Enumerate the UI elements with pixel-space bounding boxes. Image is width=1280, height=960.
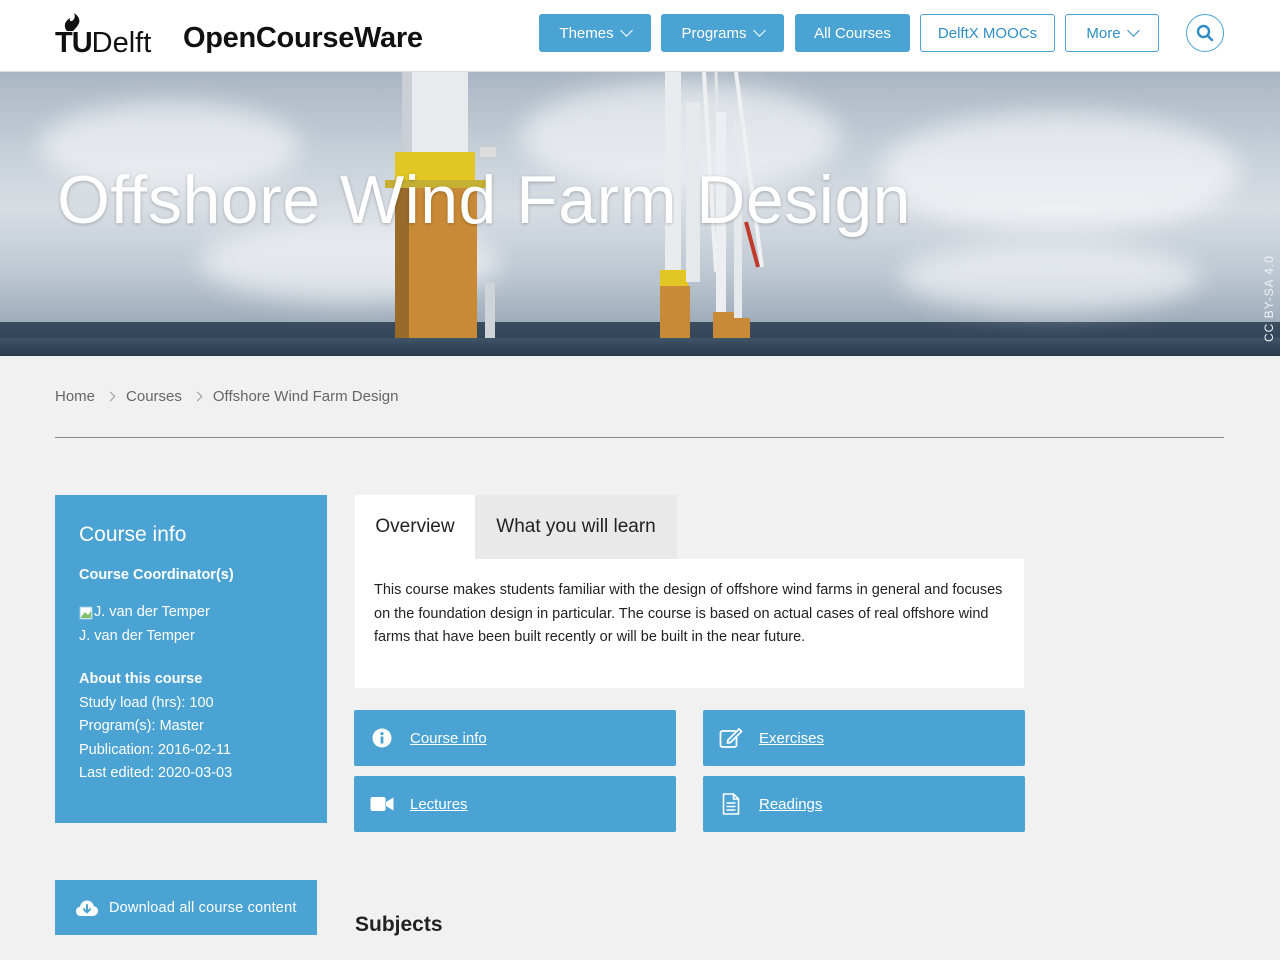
edit-icon	[703, 727, 759, 749]
nav-delftx-moocs-button[interactable]: DelftX MOOCs	[920, 14, 1055, 52]
exercises-tile[interactable]: Exercises	[703, 710, 1025, 766]
chevron-down-icon	[752, 24, 766, 37]
logo-delft-text: Delft	[91, 27, 152, 59]
nav-delftx-moocs-label: DelftX MOOCs	[937, 24, 1038, 42]
about-course-label: About this course	[79, 671, 203, 687]
logo-tu-text: TU	[55, 27, 93, 59]
nav-themes-button[interactable]: Themes	[539, 14, 651, 52]
exercises-tile-label: Exercises	[759, 729, 825, 747]
nav-programs-label: Programs	[681, 24, 747, 42]
chevron-right-icon	[192, 391, 203, 402]
search-button[interactable]	[1186, 14, 1224, 52]
download-all-label: Download all course content	[109, 899, 297, 916]
site-header: TU Delft OpenCourseWare Themes Programs …	[0, 0, 1280, 72]
video-camera-icon	[354, 796, 410, 812]
nav-more-label: More	[1086, 24, 1121, 42]
breadcrumb-courses[interactable]: Courses	[126, 388, 182, 405]
course-info-heading: Course info	[79, 523, 187, 546]
sea-horizon	[0, 338, 1280, 356]
study-load: Study load (hrs): 100	[79, 694, 214, 711]
info-icon	[354, 728, 410, 748]
lectures-tile[interactable]: Lectures	[354, 776, 676, 832]
course-info-card: Course info Course Coordinator(s) J. van…	[55, 495, 327, 823]
flame-logo-icon	[64, 13, 80, 31]
coordinator-photo-alt: J. van der Temper	[94, 604, 210, 620]
document-icon	[703, 793, 759, 815]
hero-banner: Offshore Wind Farm Design CC BY-SA 4.0	[0, 72, 1280, 356]
chevron-right-icon	[105, 391, 116, 402]
readings-tile-label: Readings	[759, 795, 823, 813]
coordinator-name[interactable]: J. van der Temper	[79, 625, 303, 649]
coordinator-label: Course Coordinator(s)	[79, 567, 234, 583]
broken-image-icon	[79, 606, 93, 620]
chevron-down-icon	[619, 24, 633, 37]
page-title: Offshore Wind Farm Design	[57, 162, 911, 238]
last-edited-date: Last edited: 2020-03-03	[79, 765, 233, 781]
lectures-tile-label: Lectures	[410, 795, 468, 813]
site-title[interactable]: OpenCourseWare	[183, 24, 423, 53]
tu-delft-logo[interactable]: TU Delft	[55, 13, 152, 59]
course-info-tile-label: Course info	[410, 729, 487, 747]
chevron-down-icon	[1126, 24, 1140, 37]
tab-what-you-will-learn[interactable]: What you will learn	[475, 495, 677, 559]
coordinator-photo: J. van der Temper	[79, 601, 303, 625]
nav-programs-button[interactable]: Programs	[661, 14, 784, 52]
nav-all-courses-button[interactable]: All Courses	[795, 14, 910, 52]
tab-overview-label: Overview	[375, 516, 455, 537]
breadcrumb: Home Courses Offshore Wind Farm Design	[55, 388, 399, 405]
overview-text: This course makes students familiar with…	[374, 582, 1003, 646]
subjects-heading: Subjects	[355, 913, 443, 936]
tab-learn-label: What you will learn	[496, 516, 656, 537]
nav-themes-label: Themes	[559, 24, 614, 42]
programs: Program(s): Master	[79, 718, 204, 734]
tab-overview[interactable]: Overview	[355, 495, 475, 559]
overview-panel: This course makes students familiar with…	[355, 559, 1024, 688]
breadcrumb-home[interactable]: Home	[55, 388, 95, 405]
course-info-tile[interactable]: Course info	[354, 710, 676, 766]
cloud-download-icon	[76, 900, 98, 916]
nav-more-button[interactable]: More	[1065, 14, 1159, 52]
download-all-button[interactable]: Download all course content	[55, 880, 317, 935]
nav-all-courses-label: All Courses	[814, 24, 891, 42]
breadcrumb-divider	[55, 437, 1224, 438]
breadcrumb-current: Offshore Wind Farm Design	[212, 388, 399, 405]
readings-tile[interactable]: Readings	[703, 776, 1025, 832]
search-icon	[1196, 24, 1214, 42]
license-label[interactable]: CC BY-SA 4.0	[1262, 255, 1276, 342]
publication-date: Publication: 2016-02-11	[79, 741, 232, 758]
